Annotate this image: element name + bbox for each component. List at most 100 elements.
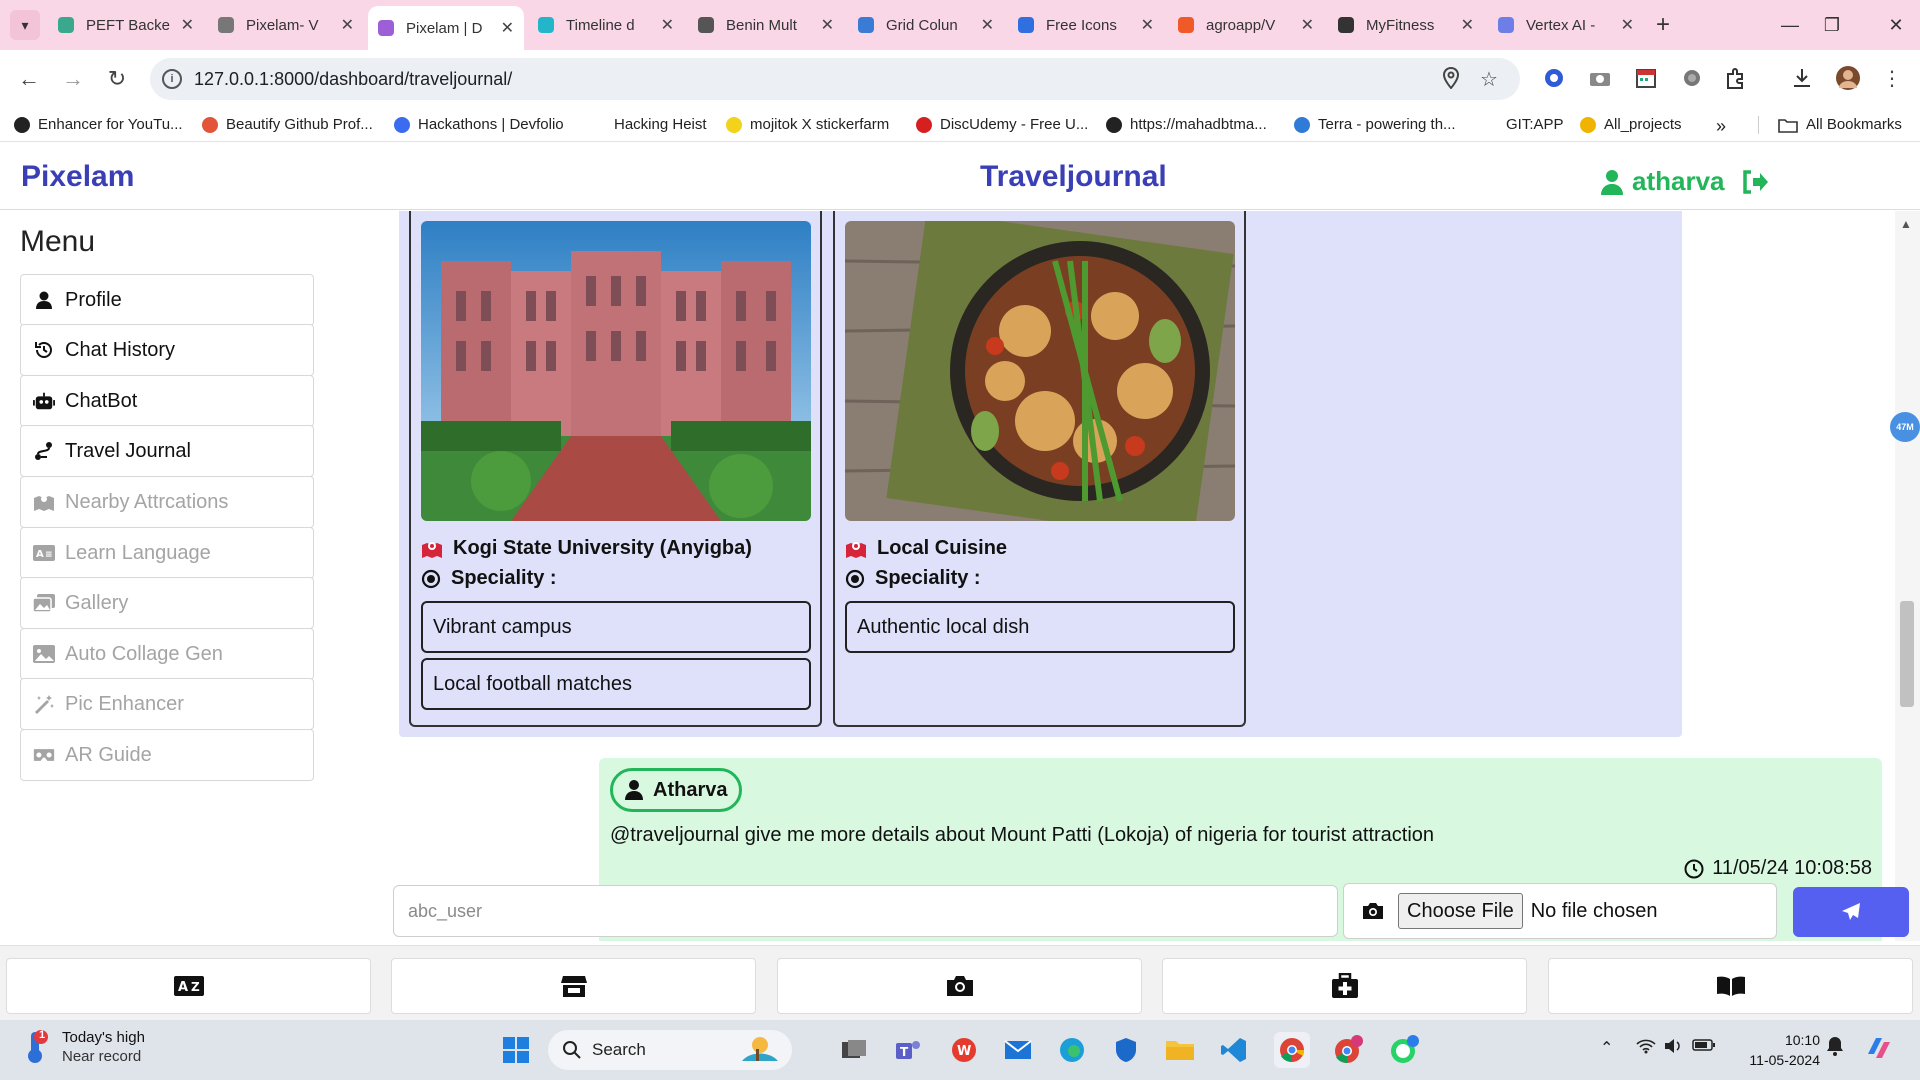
site-info-icon[interactable]: i — [162, 69, 182, 89]
bookmark-item[interactable]: Hackathons | Devfolio — [394, 116, 564, 133]
sidebar-item-nearby-attrcations[interactable]: Nearby Attrcations — [20, 476, 314, 528]
bottom-nav-book[interactable] — [1548, 958, 1913, 1014]
tab-close-icon[interactable]: ✕ — [1461, 15, 1474, 35]
tab-close-icon[interactable]: ✕ — [661, 15, 674, 35]
tab-close-icon[interactable]: ✕ — [181, 15, 194, 35]
bottom-nav-language[interactable]: AZ — [6, 958, 371, 1014]
sidebar-item-auto-collage-gen[interactable]: Auto Collage Gen — [20, 628, 314, 680]
taskbar-clock[interactable]: 10:10 11-05-2024 — [1740, 1030, 1820, 1070]
bookmark-item[interactable]: Enhancer for YouTu... — [14, 116, 183, 133]
floating-widget-badge[interactable]: 47M — [1890, 412, 1920, 442]
chat-scrollbar[interactable]: ▲ — [1895, 211, 1920, 941]
bookmarks-overflow-icon[interactable]: » — [1716, 116, 1726, 137]
browser-tab[interactable]: Benin Mult ✕ — [688, 8, 844, 42]
wps-office-icon[interactable]: W — [946, 1032, 982, 1068]
bottom-nav-medkit[interactable] — [1162, 958, 1527, 1014]
wifi-icon[interactable] — [1636, 1038, 1656, 1059]
sidebar-item-chat-history[interactable]: Chat History — [20, 324, 314, 376]
extension-circle-icon[interactable] — [1540, 64, 1568, 92]
sidebar-item-gallery[interactable]: Gallery — [20, 577, 314, 629]
new-tab-button[interactable]: + — [1648, 10, 1678, 40]
teams-icon[interactable]: T — [890, 1032, 926, 1068]
sidebar-item-profile[interactable]: Profile — [20, 274, 314, 326]
browser-tab[interactable]: Pixelam- V ✕ — [208, 8, 364, 42]
brain-extension-icon[interactable] — [1678, 64, 1706, 92]
brand-logo[interactable]: Pixelam — [21, 160, 134, 194]
calendar-extension-icon[interactable] — [1632, 64, 1660, 92]
bookmark-item[interactable]: mojitok X stickerfarm — [726, 116, 889, 133]
bottom-nav-camera[interactable] — [777, 958, 1142, 1014]
bookmark-star-icon[interactable]: ☆ — [1480, 67, 1498, 92]
tab-close-icon[interactable]: ✕ — [501, 18, 514, 38]
app-shield-icon[interactable] — [1108, 1032, 1144, 1068]
task-view-icon[interactable] — [836, 1032, 872, 1068]
sidebar-item-learn-language[interactable]: A ≡ Learn Language — [20, 527, 314, 579]
location-pin-icon[interactable] — [1442, 66, 1460, 95]
tab-close-icon[interactable]: ✕ — [341, 15, 354, 35]
tray-chevron-icon[interactable]: ⌃ — [1600, 1038, 1613, 1058]
download-icon[interactable] — [1788, 64, 1816, 92]
maximize-icon[interactable]: ❐ — [1812, 10, 1852, 40]
screenshot-extension-icon[interactable] — [1586, 64, 1614, 92]
tab-search-chevron-icon[interactable]: ▾ — [10, 10, 40, 40]
address-bar[interactable]: i 127.0.0.1:8000/dashboard/traveljournal… — [150, 58, 1520, 100]
mail-icon[interactable] — [1000, 1032, 1036, 1068]
send-button[interactable] — [1793, 887, 1909, 937]
all-bookmarks[interactable]: All Bookmarks — [1778, 116, 1902, 133]
weather-widget[interactable]: 1 Today's high Near record — [22, 1028, 145, 1066]
back-icon[interactable]: ← — [14, 64, 44, 94]
minimize-icon[interactable]: — — [1770, 10, 1810, 40]
sidebar-item-chatbot[interactable]: ChatBot — [20, 375, 314, 427]
bookmark-item[interactable]: Beautify Github Prof... — [202, 116, 373, 133]
browser-menu-icon[interactable]: ⋮ — [1878, 64, 1906, 92]
taskbar-search[interactable]: Search — [548, 1030, 792, 1070]
extensions-puzzle-icon[interactable] — [1722, 64, 1750, 92]
browser-tab[interactable]: agroapp/V ✕ — [1168, 8, 1324, 42]
scroll-up-arrow-icon[interactable]: ▲ — [1900, 217, 1912, 231]
file-explorer-icon[interactable] — [1162, 1032, 1198, 1068]
bookmark-item[interactable]: Hacking Heist — [614, 116, 707, 133]
tab-close-icon[interactable]: ✕ — [1621, 15, 1634, 35]
bookmark-item[interactable]: Terra - powering th... — [1294, 116, 1456, 133]
sidebar-item-pic-enhancer[interactable]: Pic Enhancer — [20, 678, 314, 730]
logout-icon[interactable] — [1741, 169, 1769, 195]
close-window-icon[interactable]: ✕ — [1876, 10, 1916, 40]
choose-file-button[interactable]: Choose File — [1398, 893, 1523, 929]
chrome-icon[interactable] — [1274, 1032, 1310, 1068]
windows-start-icon[interactable] — [498, 1032, 534, 1068]
tab-close-icon[interactable]: ✕ — [1141, 15, 1154, 35]
chat-area[interactable]: Kogi State University (Anyigba) Speciali… — [380, 211, 1895, 941]
vscode-icon[interactable] — [1216, 1032, 1252, 1068]
browser-tab[interactable]: Free Icons ✕ — [1008, 8, 1164, 42]
forward-icon[interactable]: → — [58, 64, 88, 94]
url-text[interactable]: 127.0.0.1:8000/dashboard/traveljournal/ — [194, 69, 512, 90]
browser-tab[interactable]: Vertex AI - ✕ — [1488, 8, 1644, 42]
tab-close-icon[interactable]: ✕ — [981, 15, 994, 35]
edge-icon[interactable] — [1054, 1032, 1090, 1068]
bookmark-item[interactable]: https://mahadbtma... — [1106, 116, 1267, 133]
file-upload[interactable]: Choose File No file chosen — [1343, 883, 1777, 939]
sidebar-item-ar-guide[interactable]: AR Guide — [20, 729, 314, 781]
bookmark-item[interactable]: GIT:APP — [1506, 116, 1564, 133]
profile-avatar[interactable] — [1834, 64, 1862, 92]
battery-icon[interactable] — [1692, 1038, 1716, 1057]
message-input[interactable] — [393, 885, 1338, 937]
volume-icon[interactable] — [1664, 1038, 1682, 1059]
bottom-nav-store[interactable] — [391, 958, 756, 1014]
scrollbar-thumb[interactable] — [1900, 601, 1914, 707]
bookmark-item[interactable]: All_projects — [1580, 116, 1682, 133]
copilot-icon[interactable] — [1864, 1034, 1892, 1067]
reload-icon[interactable]: ↻ — [102, 64, 132, 94]
user-profile[interactable]: atharva — [1600, 166, 1777, 197]
sidebar-item-travel-journal[interactable]: Travel Journal — [20, 425, 314, 477]
browser-tab[interactable]: Grid Colun ✕ — [848, 8, 1004, 42]
tab-close-icon[interactable]: ✕ — [1301, 15, 1314, 35]
browser-tab[interactable]: Timeline d ✕ — [528, 8, 684, 42]
browser-tab[interactable]: PEFT Backe ✕ — [48, 8, 204, 42]
notification-bell-icon[interactable] — [1826, 1036, 1844, 1061]
whatsapp-icon[interactable] — [1386, 1032, 1422, 1068]
browser-tab[interactable]: Pixelam | D ✕ — [368, 6, 524, 50]
chrome-profile-icon[interactable] — [1330, 1032, 1366, 1068]
bookmark-item[interactable]: DiscUdemy - Free U... — [916, 116, 1088, 133]
tab-close-icon[interactable]: ✕ — [821, 15, 834, 35]
